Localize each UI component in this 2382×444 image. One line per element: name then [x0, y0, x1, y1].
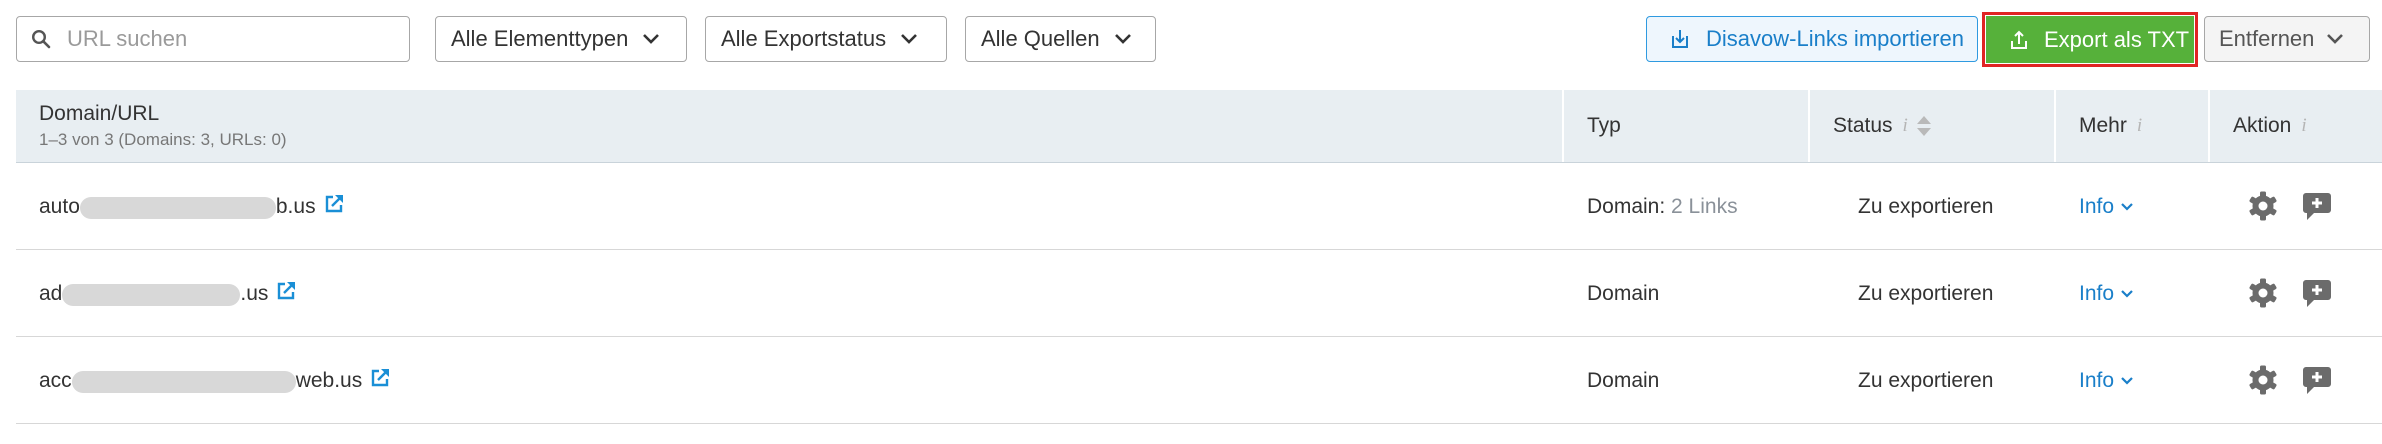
source-filter-label: Alle Quellen [981, 26, 1100, 51]
info-icon[interactable]: i [1903, 115, 1908, 137]
export-button-label: Export als TXT [2044, 26, 2190, 52]
external-link-icon[interactable] [276, 281, 296, 301]
redacted-domain-part [71, 370, 296, 393]
redacted-domain-part [62, 283, 241, 306]
more-column-title: Mehr [2079, 114, 2127, 137]
column-header-more: Mehr i [2056, 90, 2210, 162]
remove-dropdown-button[interactable]: Entfernen [2204, 16, 2370, 62]
status-column-title: Status [1833, 114, 1893, 137]
type-cell: Domain [1587, 337, 1659, 424]
element-type-filter-label: Alle Elementtypen [451, 26, 629, 51]
gear-icon[interactable] [2247, 364, 2279, 396]
import-button-label: Disavow-Links importieren [1706, 26, 1964, 51]
search-input[interactable] [65, 25, 389, 53]
domain-text-start: ad [39, 281, 63, 305]
type-text: Domain: [1587, 194, 1666, 218]
info-dropdown-link[interactable]: Info [2079, 195, 2134, 219]
import-disavow-links-button[interactable]: Disavow-Links importieren [1646, 16, 1978, 62]
domain-cell: ad .us [39, 250, 296, 337]
info-icon[interactable]: i [2301, 115, 2306, 137]
comment-plus-icon[interactable] [2301, 277, 2333, 309]
chevron-down-icon [642, 33, 660, 45]
info-icon[interactable]: i [2137, 115, 2142, 137]
column-header-type: Typ [1564, 90, 1810, 162]
column-header-status[interactable]: Status i [1810, 90, 2056, 162]
export-status-filter-dropdown[interactable]: Alle Exportstatus [705, 16, 947, 62]
info-link-label: Info [2079, 194, 2115, 218]
domain-cell: acc web.us [39, 337, 390, 424]
chevron-down-icon [2326, 33, 2344, 45]
table-row: acc web.us Domain Zu exportieren Info [16, 337, 2382, 424]
domain-column-title: Domain/URL [39, 102, 160, 125]
domain-text-end: b.us [275, 194, 316, 218]
chevron-down-icon [2120, 376, 2134, 386]
action-column-title: Aktion [2233, 114, 2292, 137]
export-status-filter-label: Alle Exportstatus [721, 26, 887, 51]
domain-text-end: web.us [295, 368, 363, 392]
toolbar: Alle Elementtypen Alle Exportstatus Alle… [0, 0, 2382, 80]
export-txt-button[interactable]: Export als TXT [1986, 16, 2194, 63]
info-link-label: Info [2079, 368, 2115, 392]
export-upload-icon [2008, 29, 2030, 51]
gear-icon[interactable] [2247, 277, 2279, 309]
more-cell: Info [2079, 250, 2134, 337]
status-cell: Zu exportieren [1858, 281, 1994, 305]
info-dropdown-link[interactable]: Info [2079, 369, 2134, 393]
import-icon [1669, 28, 1691, 50]
table-row: ad .us Domain Zu exportieren Info [16, 250, 2382, 337]
link-count: 2 Links [1671, 194, 1738, 218]
table-header: Domain/URL 1–3 von 3 (Domains: 3, URLs: … [16, 90, 2382, 163]
search-icon [31, 28, 53, 50]
domain-text-start: auto [39, 194, 80, 218]
gear-icon[interactable] [2247, 190, 2279, 222]
comment-plus-icon[interactable] [2301, 364, 2333, 396]
more-cell: Info [2079, 337, 2134, 424]
external-link-icon[interactable] [324, 194, 344, 214]
chevron-down-icon [1114, 33, 1132, 45]
result-count: 1–3 von 3 (Domains: 3, URLs: 0) [39, 130, 287, 149]
chevron-down-icon [2120, 202, 2134, 212]
external-link-icon[interactable] [370, 368, 390, 388]
info-link-label: Info [2079, 281, 2115, 305]
comment-plus-icon[interactable] [2301, 190, 2333, 222]
type-cell: Domain [1587, 250, 1659, 337]
column-header-domain: Domain/URL 1–3 von 3 (Domains: 3, URLs: … [16, 90, 1564, 162]
type-column-title: Typ [1587, 114, 1621, 137]
domain-text-end: .us [240, 281, 269, 305]
domain-cell: auto b.us [39, 163, 344, 250]
info-dropdown-link[interactable]: Info [2079, 282, 2134, 306]
chevron-down-icon [2120, 289, 2134, 299]
status-cell: Zu exportieren [1858, 194, 1994, 218]
source-filter-dropdown[interactable]: Alle Quellen [965, 16, 1156, 62]
table-row: auto b.us Domain: 2 Links Zu exportieren … [16, 163, 2382, 250]
type-cell: Domain: 2 Links [1587, 163, 1738, 250]
column-header-action: Aktion i [2210, 90, 2382, 162]
status-cell: Zu exportieren [1858, 368, 1994, 392]
redacted-domain-part [79, 196, 276, 219]
chevron-down-icon [900, 33, 918, 45]
type-text: Domain [1587, 368, 1660, 392]
remove-button-label: Entfernen [2219, 26, 2315, 51]
domain-text-start: acc [39, 368, 72, 392]
more-cell: Info [2079, 163, 2134, 250]
type-text: Domain [1587, 281, 1660, 305]
element-type-filter-dropdown[interactable]: Alle Elementtypen [435, 16, 687, 62]
disavow-table: Domain/URL 1–3 von 3 (Domains: 3, URLs: … [16, 90, 2382, 424]
sort-icon[interactable] [1916, 115, 1932, 137]
url-search-field[interactable] [16, 16, 410, 62]
